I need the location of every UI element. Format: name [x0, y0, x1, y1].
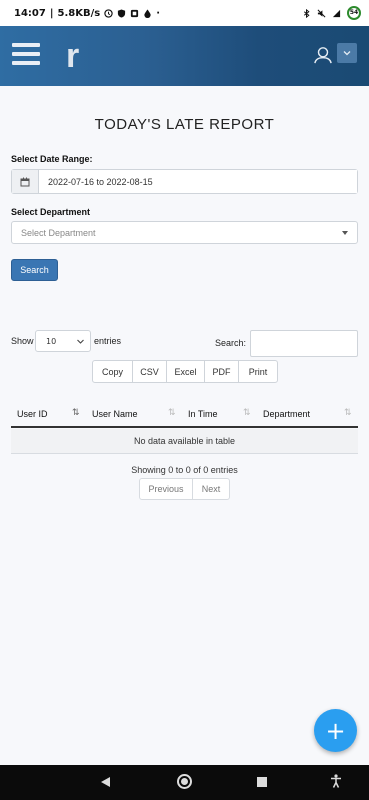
caret-down-icon: [342, 231, 348, 235]
sort-icon: ⇅: [168, 408, 176, 418]
alarm-icon: [104, 8, 113, 18]
status-bar: 14:07 | 5.8KB/s · 54: [0, 0, 369, 26]
app-header: r: [0, 26, 369, 86]
sort-icon: ⇅: [344, 408, 352, 418]
status-time: 14:07: [14, 7, 46, 19]
mute-icon: [317, 9, 326, 17]
department-select[interactable]: Select Department: [11, 221, 358, 244]
user-dropdown-button[interactable]: [337, 43, 357, 63]
date-range-field[interactable]: 2022-07-16 to 2022-08-15: [11, 169, 358, 194]
bluetooth-icon: [303, 8, 310, 18]
column-header-user-id[interactable]: User ID: [17, 409, 48, 419]
column-header-user-name[interactable]: User Name: [92, 409, 138, 419]
system-nav-bar: [0, 765, 369, 800]
status-speed: 5.8KB/s: [57, 7, 101, 19]
pdf-button[interactable]: PDF: [205, 361, 239, 382]
search-button[interactable]: Search: [11, 259, 58, 281]
home-icon[interactable]: [177, 774, 192, 789]
back-icon[interactable]: [101, 777, 110, 787]
show-label: Show: [11, 336, 34, 346]
recent-apps-icon[interactable]: [257, 777, 267, 787]
accessibility-icon[interactable]: [330, 774, 342, 788]
page-title: TODAY'S LATE REPORT: [94, 116, 275, 133]
table-empty-row: No data available in table: [11, 429, 358, 454]
pagination: Previous Next: [139, 478, 230, 500]
calendar-addon: [12, 170, 39, 193]
sort-icon: ⇅: [243, 408, 251, 418]
notification-icon: [131, 9, 139, 17]
drop-icon: [144, 8, 151, 18]
battery-icon: 54: [347, 6, 361, 20]
status-dot: ·: [156, 7, 161, 19]
table-search-input[interactable]: [250, 330, 358, 357]
plus-icon: +: [325, 716, 346, 745]
previous-button[interactable]: Previous: [140, 479, 192, 499]
excel-button[interactable]: Excel: [167, 361, 205, 382]
chevron-down-icon: [77, 339, 84, 344]
column-header-department[interactable]: Department: [263, 409, 310, 419]
signal-icon: [332, 9, 341, 17]
table-search-label: Search:: [215, 338, 247, 348]
entries-value: 10: [46, 336, 57, 346]
next-button[interactable]: Next: [192, 479, 229, 499]
calendar-icon: [20, 177, 30, 186]
csv-button[interactable]: CSV: [133, 361, 167, 382]
menu-icon[interactable]: [12, 43, 40, 67]
table-info: Showing 0 to 0 of 0 entries: [131, 465, 238, 475]
export-buttons: Copy CSV Excel PDF Print: [92, 360, 278, 383]
date-range-label: Select Date Range:: [11, 154, 93, 164]
entries-label: entries: [94, 336, 122, 346]
shield-icon: [118, 8, 126, 18]
department-placeholder: Select Department: [21, 227, 96, 238]
date-range-input[interactable]: 2022-07-16 to 2022-08-15: [39, 170, 357, 193]
print-button[interactable]: Print: [239, 361, 277, 382]
sort-asc-icon: ⇅: [72, 408, 80, 418]
status-left: 14:07 | 5.8KB/s ·: [14, 8, 160, 19]
copy-button[interactable]: Copy: [93, 361, 133, 382]
chevron-down-icon: [343, 51, 351, 56]
column-header-in-time[interactable]: In Time: [188, 409, 218, 419]
table-header: User ID ⇅ User Name ⇅ In Time ⇅ Departme…: [11, 404, 358, 428]
logo: r: [66, 37, 80, 75]
status-right: 54: [302, 6, 361, 20]
department-label: Select Department: [11, 207, 91, 217]
user-icon[interactable]: [314, 46, 332, 64]
status-separator: |: [49, 7, 54, 19]
add-button[interactable]: +: [314, 709, 357, 752]
entries-select[interactable]: 10: [35, 330, 91, 352]
